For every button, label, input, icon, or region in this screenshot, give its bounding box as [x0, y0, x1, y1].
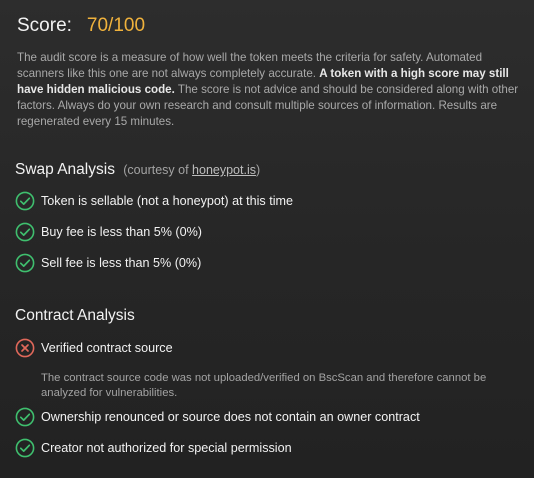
- audit-panel: Score: 70/100 The audit score is a measu…: [0, 0, 534, 478]
- contract-analysis-heading: Contract Analysis: [15, 307, 135, 325]
- check-sell-fee: Sell fee is less than 5% (0%): [15, 252, 201, 274]
- check-creator-permission: Creator not authorized for special permi…: [15, 437, 292, 459]
- x-circle-icon: [15, 338, 35, 358]
- check-label: Creator not authorized for special permi…: [41, 441, 292, 455]
- check-circle-icon: [15, 253, 35, 273]
- courtesy-suffix: ): [255, 163, 261, 177]
- check-circle-icon: [15, 438, 35, 458]
- check-label: Ownership renounced or source does not c…: [41, 410, 420, 424]
- contract-analysis-title: Contract Analysis: [15, 307, 135, 324]
- check-sellable: Token is sellable (not a honeypot) at th…: [15, 190, 293, 212]
- courtesy-prefix: (courtesy of: [123, 163, 193, 177]
- check-circle-icon: [15, 222, 35, 242]
- score-value: 70/100: [86, 15, 146, 36]
- check-verified-source: Verified contract source: [15, 337, 173, 359]
- check-ownership-renounced: Ownership renounced or source does not c…: [15, 406, 420, 428]
- check-label: Token is sellable (not a honeypot) at th…: [41, 194, 294, 208]
- swap-analysis-heading: Swap Analysis (courtesy of honeypot.is): [15, 161, 260, 179]
- check-label: Sell fee is less than 5% (0%): [41, 256, 202, 270]
- check-label: Verified contract source: [41, 341, 173, 355]
- swap-analysis-title: Swap Analysis: [15, 161, 115, 178]
- score-label: Score:: [17, 15, 72, 36]
- courtesy-note: (courtesy of honeypot.is): [123, 163, 260, 177]
- score-description: The audit score is a measure of how well…: [17, 50, 522, 130]
- check-circle-icon: [15, 407, 35, 427]
- score-header: Score: 70/100: [17, 15, 145, 41]
- honeypot-link[interactable]: honeypot.is: [192, 163, 256, 177]
- check-buy-fee: Buy fee is less than 5% (0%): [15, 221, 202, 243]
- check-circle-icon: [15, 191, 35, 211]
- verified-source-note: The contract source code was not uploade…: [41, 372, 487, 399]
- check-label: Buy fee is less than 5% (0%): [41, 225, 202, 239]
